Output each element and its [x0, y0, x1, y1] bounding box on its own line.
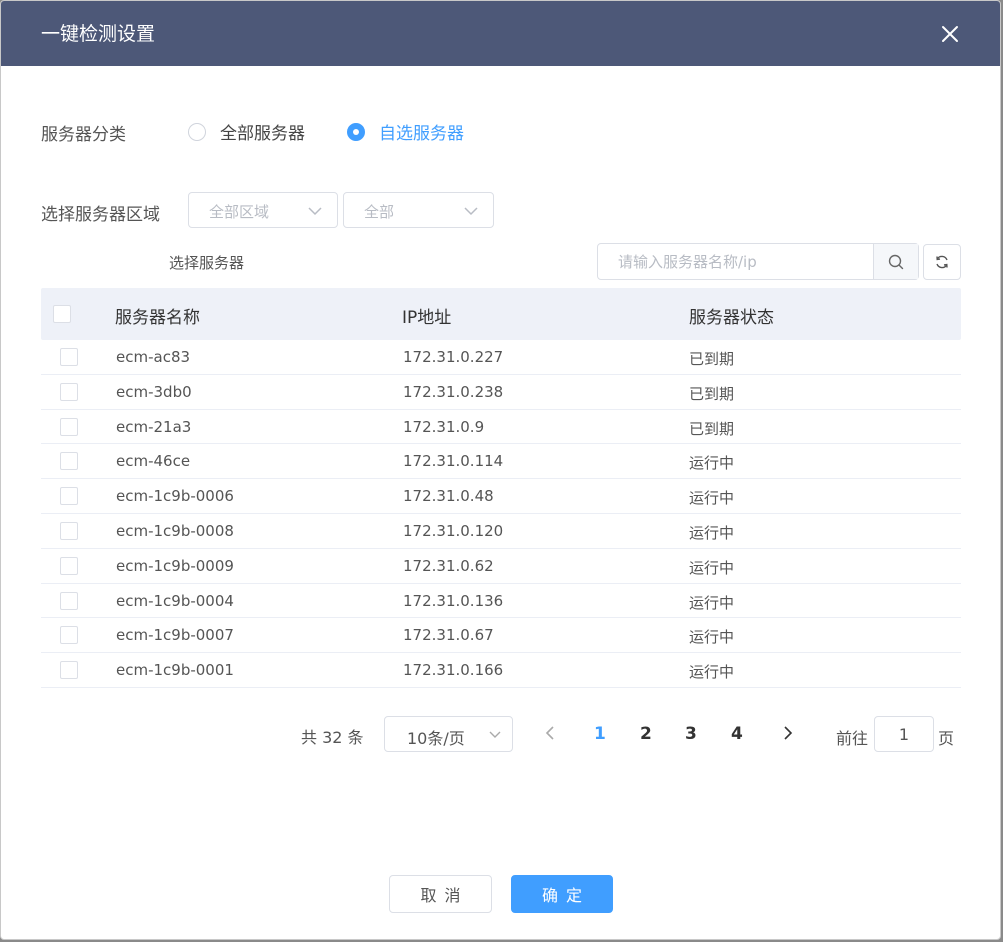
- region-select-value: 全部区域: [209, 203, 270, 221]
- zone-select[interactable]: 全部: [343, 192, 494, 228]
- pagination-total: 共 32 条: [301, 728, 364, 747]
- row-checkbox[interactable]: [60, 452, 78, 471]
- cell-status: 运行中: [689, 558, 735, 577]
- page-1[interactable]: 1: [594, 724, 606, 744]
- zone-select-value: 全部: [364, 203, 395, 221]
- row-checkbox[interactable]: [60, 487, 78, 506]
- page-size-value: 10条/页: [407, 729, 465, 748]
- cell-ip: 172.31.0.166: [403, 661, 504, 680]
- search-icon[interactable]: [873, 244, 918, 279]
- cell-status: 运行中: [689, 663, 735, 682]
- table-row[interactable]: ecm-46ce 172.31.0.114 运行中: [41, 444, 961, 480]
- radio-label: 自选服务器: [379, 124, 464, 144]
- server-table: 服务器名称 IP地址 服务器状态 ecm-ac83 172.31.0.227 已到期…: [41, 288, 961, 688]
- row-checkbox[interactable]: [60, 661, 78, 680]
- chevron-down-icon: [464, 207, 478, 216]
- column-header-ip: IP地址: [402, 308, 452, 328]
- cell-status: 已到期: [689, 350, 735, 368]
- cell-ip: 172.31.0.48: [403, 487, 494, 506]
- goto-suffix: 页: [938, 729, 955, 748]
- dialog-header: 一键检测设置: [1, 1, 1000, 66]
- close-icon[interactable]: [938, 22, 962, 46]
- table-row[interactable]: ecm-1c9b-0004 172.31.0.136 运行中: [41, 584, 961, 619]
- goto-label: 前往: [836, 729, 869, 748]
- prev-page-icon[interactable]: [542, 724, 560, 742]
- chevron-down-icon: [308, 207, 322, 216]
- cell-ip: 172.31.0.114: [403, 452, 504, 471]
- radio-circle[interactable]: [188, 122, 206, 141]
- cell-ip: 172.31.0.9: [403, 417, 485, 436]
- search-box: [597, 243, 919, 280]
- cell-server-name: ecm-46ce: [116, 452, 191, 471]
- refresh-icon[interactable]: [923, 244, 961, 280]
- cell-status: 运行中: [689, 489, 735, 508]
- cell-status: 运行中: [689, 454, 735, 473]
- cell-server-name: ecm-1c9b-0006: [116, 487, 234, 506]
- chevron-down-icon: [489, 731, 501, 738]
- cell-server-name: ecm-ac83: [116, 348, 191, 366]
- row-checkbox[interactable]: [60, 521, 78, 540]
- radio-all-servers[interactable]: 全部服务器: [188, 119, 305, 144]
- row-checkbox[interactable]: [60, 556, 78, 575]
- table-row[interactable]: ecm-ac83 172.31.0.227 已到期: [41, 340, 961, 375]
- cell-server-name: ecm-3db0: [116, 382, 192, 401]
- next-page-icon[interactable]: [778, 724, 796, 742]
- cell-server-name: ecm-1c9b-0004: [116, 591, 234, 610]
- cell-ip: 172.31.0.120: [403, 521, 504, 540]
- search-input[interactable]: [598, 244, 873, 279]
- goto-page-input[interactable]: [874, 716, 934, 752]
- cell-server-name: ecm-21a3: [116, 417, 192, 436]
- page-3[interactable]: 3: [685, 724, 697, 744]
- table-row[interactable]: ecm-1c9b-0007 172.31.0.67 运行中: [41, 618, 961, 654]
- column-header-status: 服务器状态: [689, 308, 774, 328]
- cell-server-name: ecm-1c9b-0008: [116, 521, 234, 540]
- cell-status: 运行中: [689, 628, 735, 647]
- select-servers-label: 选择服务器: [169, 254, 245, 272]
- row-checkbox[interactable]: [60, 348, 78, 366]
- table-row[interactable]: ecm-3db0 172.31.0.238 已到期: [41, 375, 961, 410]
- row-checkbox[interactable]: [60, 417, 78, 436]
- radio-circle[interactable]: [347, 122, 365, 141]
- page-size-select[interactable]: 10条/页: [384, 716, 513, 752]
- pagination: 共 32 条 10条/页 1 2 3 4 前往 页: [1, 716, 1000, 752]
- page-4[interactable]: 4: [731, 724, 743, 744]
- cell-server-name: ecm-1c9b-0009: [116, 556, 234, 575]
- cell-status: 运行中: [689, 523, 735, 542]
- page-2[interactable]: 2: [640, 724, 652, 744]
- table-header: 服务器名称 IP地址 服务器状态: [41, 288, 961, 340]
- cell-status: 已到期: [689, 384, 735, 403]
- confirm-button[interactable]: 确定: [511, 875, 613, 913]
- region-label: 选择服务器区域: [41, 205, 160, 225]
- cell-ip: 172.31.0.238: [403, 382, 504, 401]
- cell-server-name: ecm-1c9b-0007: [116, 626, 234, 645]
- table-row[interactable]: ecm-21a3 172.31.0.9 已到期: [41, 410, 961, 445]
- cell-status: 已到期: [689, 419, 735, 438]
- cancel-button[interactable]: 取消: [389, 875, 492, 913]
- table-body: ecm-ac83 172.31.0.227 已到期 ecm-3db0 172.31.0.…: [41, 340, 961, 688]
- table-row[interactable]: ecm-1c9b-0008 172.31.0.120 运行中: [41, 514, 961, 549]
- column-header-name: 服务器名称: [115, 308, 200, 328]
- row-checkbox[interactable]: [60, 591, 78, 610]
- radio-custom-servers[interactable]: 自选服务器: [347, 119, 464, 144]
- cell-ip: 172.31.0.67: [403, 626, 494, 645]
- server-category-label: 服务器分类: [41, 125, 126, 145]
- cell-ip: 172.31.0.227: [403, 348, 504, 366]
- region-select[interactable]: 全部区域: [188, 192, 338, 228]
- cell-server-name: ecm-1c9b-0001: [116, 661, 234, 680]
- cell-status: 运行中: [689, 593, 735, 612]
- row-checkbox[interactable]: [60, 626, 78, 645]
- table-row[interactable]: ecm-1c9b-0006 172.31.0.48 运行中: [41, 479, 961, 514]
- radio-label: 全部服务器: [220, 124, 305, 144]
- dialog: 一键检测设置 服务器分类 全部服务器 自选服务器 选择服务器区域 全部区域 全部…: [0, 0, 1001, 940]
- table-row[interactable]: ecm-1c9b-0001 172.31.0.166 运行中: [41, 653, 961, 688]
- cell-ip: 172.31.0.62: [403, 556, 494, 575]
- table-row[interactable]: ecm-1c9b-0009 172.31.0.62 运行中: [41, 549, 961, 584]
- dialog-title: 一键检测设置: [41, 23, 156, 45]
- select-all-checkbox[interactable]: [53, 305, 71, 323]
- row-checkbox[interactable]: [60, 382, 78, 401]
- cell-ip: 172.31.0.136: [403, 591, 504, 610]
